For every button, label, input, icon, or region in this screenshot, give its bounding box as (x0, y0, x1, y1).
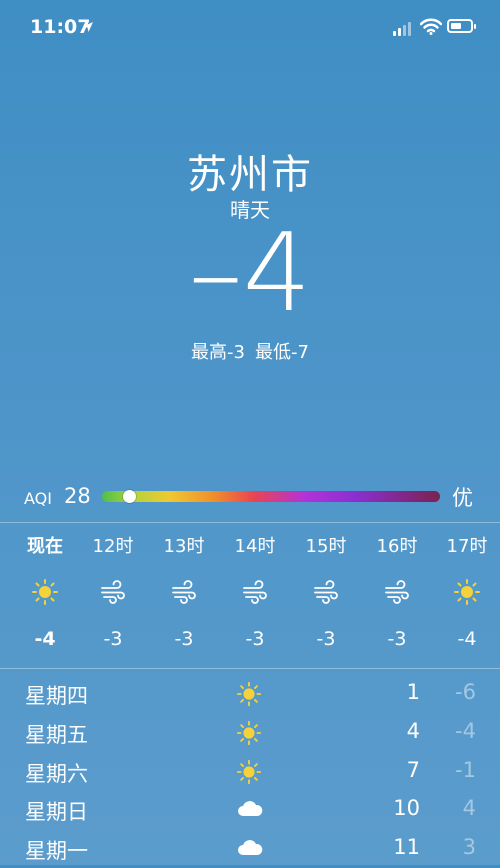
day-high: 10 (393, 796, 420, 820)
aqi-scale-bar (102, 491, 440, 502)
hour-column: 15时 -3 (296, 530, 356, 650)
hour-time: 现在 (27, 536, 63, 557)
hour-column: 12时 -3 (83, 530, 143, 650)
day-low: -6 (455, 680, 476, 704)
day-name: 星期日 (25, 800, 88, 824)
daily-row: 星期日 10 4 (0, 791, 500, 829)
aqi-value: 28 (64, 484, 91, 508)
wind-icon (296, 578, 356, 606)
day-high: 7 (406, 758, 420, 782)
wind-icon (83, 578, 143, 606)
sun-icon (236, 720, 262, 750)
daily-row: 星期一 11 3 (0, 830, 500, 868)
hour-time: 15时 (305, 536, 347, 557)
hour-column: 17时 -4 (437, 530, 497, 650)
hour-column: 16时 -3 (367, 530, 427, 650)
daily-row: 星期六 7 -1 (0, 753, 500, 791)
hour-temperature: -3 (245, 628, 265, 650)
divider (0, 668, 500, 669)
aqi-label: AQI (24, 489, 52, 508)
city-name: 苏州市 (187, 152, 313, 198)
hour-temperature: -3 (103, 628, 123, 650)
day-high: 1 (406, 680, 420, 704)
cellular-signal-icon (393, 22, 411, 36)
cloud-icon (236, 797, 264, 825)
hour-time: 17时 (446, 536, 488, 557)
battery-icon (447, 19, 476, 33)
day-low: -4 (455, 719, 476, 743)
day-low: 4 (462, 796, 476, 820)
cloud-icon (236, 836, 264, 864)
day-low: -1 (455, 758, 476, 782)
high-temperature: 最高-3 (191, 342, 245, 363)
hour-temperature: -3 (174, 628, 194, 650)
location-arrow-icon (83, 22, 93, 32)
aqi-level: 优 (452, 486, 473, 510)
hour-temperature: -3 (316, 628, 336, 650)
wind-icon (225, 578, 285, 606)
day-name: 星期四 (25, 684, 88, 708)
day-low: 3 (462, 835, 476, 859)
hour-time: 12时 (92, 536, 134, 557)
hour-temperature: -4 (457, 628, 477, 650)
day-high: 11 (393, 835, 420, 859)
divider (0, 522, 500, 523)
current-temperature: –4 (188, 211, 312, 336)
hour-temperature: -3 (387, 628, 407, 650)
high-low-temperature: 最高-3 最低-7 (0, 338, 500, 364)
low-temperature: 最低-7 (255, 342, 309, 363)
hour-time: 16时 (376, 536, 418, 557)
hour-column: 13时 -3 (154, 530, 214, 650)
sun-icon (15, 578, 75, 606)
daily-row: 星期四 1 -6 (0, 675, 500, 713)
hour-time: 14时 (234, 536, 276, 557)
wind-icon (154, 578, 214, 606)
wifi-icon (420, 18, 442, 35)
sun-icon (236, 681, 262, 711)
hour-column: 14时 -3 (225, 530, 285, 650)
day-name: 星期一 (25, 839, 88, 863)
day-name: 星期五 (25, 723, 88, 747)
wind-icon (367, 578, 427, 606)
sun-icon (236, 759, 262, 789)
hour-column: 现在 -4 (15, 530, 75, 650)
hour-temperature: -4 (34, 628, 56, 650)
day-name: 星期六 (25, 762, 88, 786)
day-high: 4 (406, 719, 420, 743)
hour-time: 13时 (163, 536, 205, 557)
sun-icon (437, 578, 497, 606)
aqi-indicator-dot (122, 490, 136, 503)
daily-row: 星期五 4 -4 (0, 714, 500, 752)
